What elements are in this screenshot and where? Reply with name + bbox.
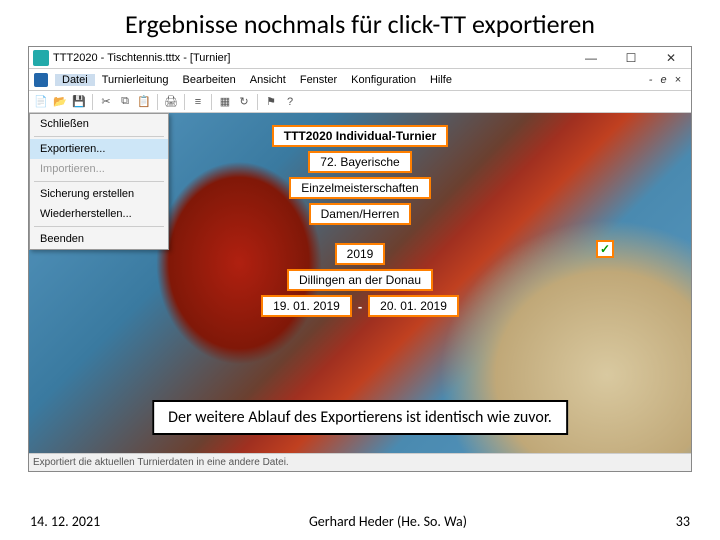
field-line3[interactable]: Damen/Herren: [309, 203, 412, 225]
menu-separator: [34, 226, 164, 227]
menu-konfiguration[interactable]: Konfiguration: [344, 74, 423, 86]
mdi-close[interactable]: ×: [675, 74, 681, 86]
menu-item-exportieren[interactable]: Exportieren...: [30, 139, 168, 159]
toolbar-separator: [257, 94, 258, 110]
statusbar: Exportiert die aktuellen Turnierdaten in…: [29, 453, 691, 471]
menubar: Datei Turnierleitung Bearbeiten Ansicht …: [29, 69, 691, 91]
tool-save-icon[interactable]: 💾: [71, 94, 87, 110]
menu-bearbeiten[interactable]: Bearbeiten: [176, 74, 243, 86]
field-line1[interactable]: 72. Bayerische: [308, 151, 411, 173]
slide-title: Ergebnisse nochmals für click-TT exporti…: [0, 0, 720, 46]
datei-dropdown: Schließen Exportieren... Importieren... …: [29, 113, 169, 250]
toolbar: 📄 📂 💾 ✂ ⧉ 📋 🖨 ≡ ▦ ↻ ⚑ ?: [29, 91, 691, 113]
tournament-form: TTT2020 Individual-Turnier 72. Bayerisch…: [180, 121, 540, 321]
tool-copy-icon[interactable]: ⧉: [117, 94, 133, 110]
status-text: Exportiert die aktuellen Turnierdaten in…: [33, 457, 289, 468]
app-icon: [33, 50, 49, 66]
tool-help-icon[interactable]: ?: [282, 94, 298, 110]
menu-turnierleitung[interactable]: Turnierleitung: [95, 74, 176, 86]
slide-footer: 14. 12. 2021 Gerhard Heder (He. So. Wa) …: [0, 513, 720, 530]
checkbox-icon[interactable]: ✓: [596, 240, 614, 258]
menu-item-sicherung[interactable]: Sicherung erstellen: [30, 184, 168, 204]
toolbar-separator: [157, 94, 158, 110]
tool-open-icon[interactable]: 📂: [52, 94, 68, 110]
window-title: TTT2020 - Tischtennis.tttx - [Turnier]: [53, 52, 571, 64]
minimize-button[interactable]: —: [571, 47, 611, 69]
date-separator: -: [358, 299, 362, 314]
toolbar-separator: [211, 94, 212, 110]
footer-page: 33: [676, 513, 690, 530]
close-button[interactable]: ✕: [651, 47, 691, 69]
maximize-button[interactable]: ☐: [611, 47, 651, 69]
footer-author: Gerhard Heder (He. So. Wa): [309, 513, 467, 530]
annotation-note: Der weitere Ablauf des Exportierens ist …: [152, 400, 568, 435]
footer-date: 14. 12. 2021: [30, 513, 100, 530]
tool-paste-icon[interactable]: 📋: [136, 94, 152, 110]
app-menu-icon[interactable]: [33, 72, 49, 88]
menu-separator: [34, 181, 164, 182]
tool-flag-icon[interactable]: ⚑: [263, 94, 279, 110]
mdi-controls: - e ×: [649, 74, 687, 86]
mdi-min[interactable]: -: [649, 74, 653, 86]
mdi-restore[interactable]: e: [660, 74, 666, 86]
menu-separator: [34, 136, 164, 137]
toolbar-separator: [92, 94, 93, 110]
menu-item-beenden[interactable]: Beenden: [30, 229, 168, 249]
menu-item-importieren: Importieren...: [30, 159, 168, 179]
window-controls: — ☐ ✕: [571, 47, 691, 69]
menu-ansicht[interactable]: Ansicht: [243, 74, 293, 86]
field-location[interactable]: Dillingen an der Donau: [287, 269, 433, 291]
tool-cut-icon[interactable]: ✂: [98, 94, 114, 110]
app-window: TTT2020 - Tischtennis.tttx - [Turnier] —…: [28, 46, 692, 472]
menu-item-schliessen[interactable]: Schließen: [30, 114, 168, 134]
toolbar-separator: [184, 94, 185, 110]
tool-list-icon[interactable]: ≡: [190, 94, 206, 110]
menu-item-wiederherstellen[interactable]: Wiederherstellen...: [30, 204, 168, 224]
field-line2[interactable]: Einzelmeisterschaften: [289, 177, 430, 199]
menu-datei[interactable]: Datei: [55, 74, 95, 86]
field-app-title: TTT2020 Individual-Turnier: [272, 125, 448, 147]
field-year[interactable]: 2019: [335, 243, 386, 265]
tool-refresh-icon[interactable]: ↻: [236, 94, 252, 110]
field-date-from[interactable]: 19. 01. 2019: [261, 295, 352, 317]
menu-fenster[interactable]: Fenster: [293, 74, 344, 86]
tool-grid-icon[interactable]: ▦: [217, 94, 233, 110]
tool-new-icon[interactable]: 📄: [33, 94, 49, 110]
document-area: Schließen Exportieren... Importieren... …: [29, 113, 691, 453]
tool-print-icon[interactable]: 🖨: [163, 94, 179, 110]
titlebar: TTT2020 - Tischtennis.tttx - [Turnier] —…: [29, 47, 691, 69]
menu-hilfe[interactable]: Hilfe: [423, 74, 459, 86]
field-date-to[interactable]: 20. 01. 2019: [368, 295, 459, 317]
